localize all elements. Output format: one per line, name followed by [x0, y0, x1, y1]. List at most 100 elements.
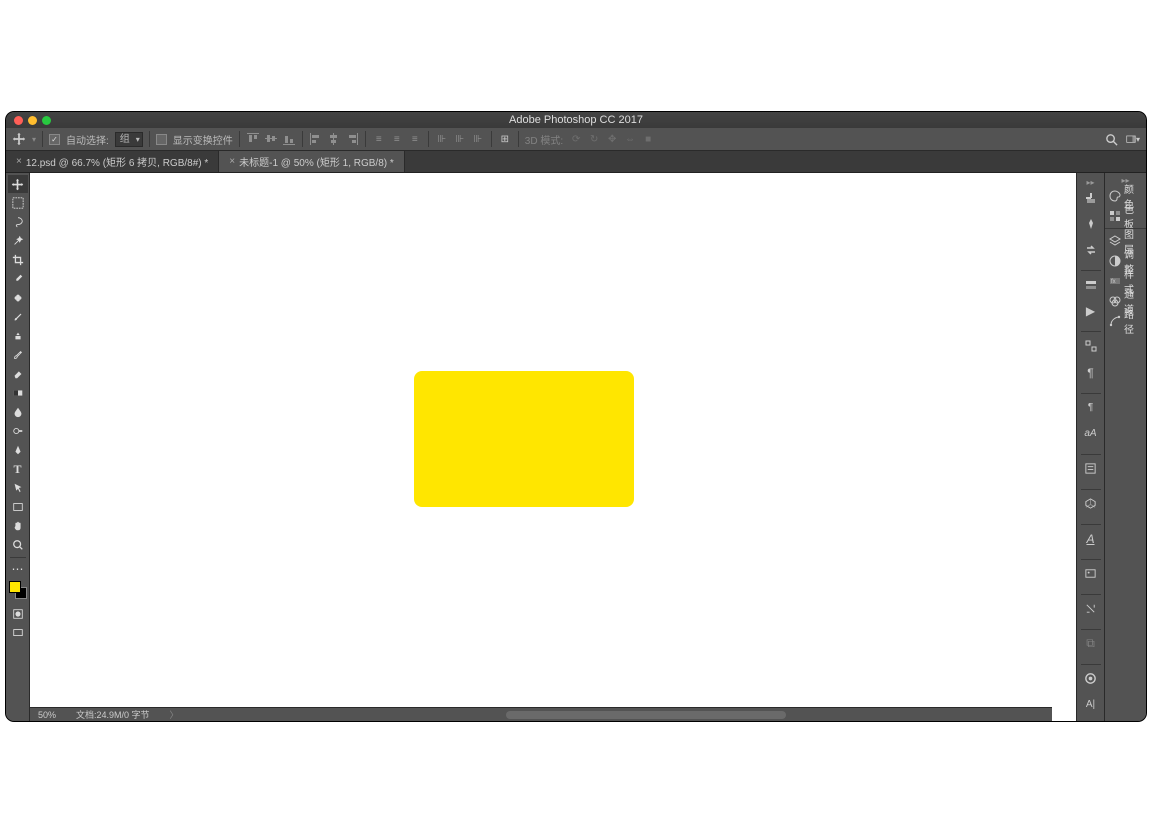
panel-separator — [1081, 594, 1101, 595]
foreground-color[interactable] — [9, 581, 21, 593]
document-tab-1[interactable]: × 12.psd @ 66.7% (矩形 6 拷贝, RGB/8#) * — [6, 151, 219, 172]
close-tab-icon[interactable]: × — [16, 156, 22, 167]
character-panel-icon[interactable]: A — [1080, 529, 1102, 549]
scrollbar-thumb[interactable] — [506, 711, 786, 719]
layer-comp-panel-icon[interactable] — [1080, 564, 1102, 584]
brackets-panel-icon[interactable] — [1080, 336, 1102, 356]
3d-orbit-icon[interactable]: ⟳ — [569, 132, 583, 146]
align-bottom-icon[interactable] — [282, 132, 296, 146]
distribute-2-icon[interactable]: ≡ — [390, 132, 404, 146]
window-controls — [14, 116, 51, 125]
panel-separator — [1081, 664, 1101, 665]
swatches-panel[interactable]: 色板 — [1105, 206, 1146, 226]
distribute-buttons: ≡ ≡ ≡ — [372, 132, 422, 146]
blur-tool[interactable] — [8, 403, 28, 421]
align-vcenter-icon[interactable] — [264, 132, 278, 146]
panel-separator — [1081, 331, 1101, 332]
3d-slide-icon[interactable]: ⇔ — [623, 132, 637, 146]
crop-tool[interactable] — [8, 251, 28, 269]
magic-wand-tool[interactable] — [8, 232, 28, 250]
brush-panel-icon[interactable] — [1080, 214, 1102, 234]
type-tool[interactable]: T — [8, 460, 28, 478]
healing-tool[interactable] — [8, 289, 28, 307]
canvas[interactable] — [30, 173, 1076, 721]
status-chevron-icon[interactable]: 〉 — [170, 708, 179, 721]
3d-roll-icon[interactable]: ↻ — [587, 132, 601, 146]
zoom-tool[interactable] — [8, 536, 28, 554]
options-bar: ▾ 自动选择: 组 显示变换控件 ≡ ≡ ≡ ⊪ ⊪ ⊪ — [6, 128, 1146, 151]
panel-separator — [1081, 489, 1101, 490]
align-top-icon[interactable] — [246, 132, 260, 146]
swap-panel-icon[interactable] — [1080, 240, 1102, 260]
tool-separator — [10, 557, 26, 558]
paragraph2-panel-icon[interactable]: ¶ — [1080, 397, 1102, 417]
libraries-panel-icon[interactable] — [1080, 669, 1102, 689]
separator — [491, 131, 492, 147]
auto-select-checkbox[interactable] — [49, 134, 60, 145]
color-swatches[interactable] — [9, 581, 27, 599]
screen-mode-icon[interactable] — [8, 624, 28, 642]
history-brush-tool[interactable] — [8, 346, 28, 364]
zoom-level[interactable]: 50% — [38, 710, 56, 720]
3d-cam-icon[interactable]: ■ — [641, 132, 655, 146]
dodge-tool[interactable] — [8, 422, 28, 440]
collapsed-panels-column-2: ▸▸ 颜色 色板 图层 调整 fx样式 通道 路径 — [1104, 173, 1146, 721]
horizontal-scrollbar[interactable] — [206, 709, 1052, 721]
edit-toolbar-icon[interactable]: ⋯ — [8, 560, 28, 578]
window-title: Adobe Photoshop CC 2017 — [6, 114, 1146, 126]
expand-panels-icon[interactable]: ▸▸ — [1085, 177, 1095, 188]
show-transform-label: 显示变换控件 — [173, 132, 233, 147]
close-tab-icon[interactable]: × — [229, 156, 235, 167]
align-hcenter-icon[interactable] — [327, 132, 341, 146]
align-right-icon[interactable] — [345, 132, 359, 146]
gradient-tool[interactable] — [8, 384, 28, 402]
link-panel-icon[interactable]: ⧉ — [1080, 634, 1102, 654]
separator — [428, 131, 429, 147]
paths-panel[interactable]: 路径 — [1105, 311, 1146, 331]
quick-mask-icon[interactable] — [8, 605, 28, 623]
distribute-3-icon[interactable]: ≡ — [408, 132, 422, 146]
auto-align-icon[interactable]: ⊞ — [498, 132, 512, 146]
close-window-button[interactable] — [14, 116, 23, 125]
3d-pan-icon[interactable]: ✥ — [605, 132, 619, 146]
paragraph-panel-icon[interactable]: ¶ — [1080, 362, 1102, 382]
auto-select-dropdown[interactable]: 组 — [115, 132, 143, 147]
doc-info[interactable]: 文档:24.9M/0 字节 — [76, 708, 150, 721]
type-vert-panel-icon[interactable]: A| — [1080, 695, 1102, 715]
eyedropper-tool[interactable] — [8, 270, 28, 288]
align-left-icon[interactable] — [309, 132, 323, 146]
rectangle-shape[interactable] — [414, 371, 634, 507]
dist-3-icon[interactable]: ⊪ — [471, 132, 485, 146]
path-select-tool[interactable] — [8, 479, 28, 497]
dist-v-icon[interactable]: ⊪ — [453, 132, 467, 146]
workspace: T ⋯ ▸▸ ▶ ¶ — [6, 173, 1146, 721]
notes-panel-icon[interactable] — [1080, 459, 1102, 479]
distribute-1-icon[interactable]: ≡ — [372, 132, 386, 146]
measure-panel-icon[interactable] — [1080, 599, 1102, 619]
separator — [365, 131, 366, 147]
marquee-tool[interactable] — [8, 194, 28, 212]
document-tab-2[interactable]: × 未标题-1 @ 50% (矩形 1, RGB/8) * — [219, 151, 404, 172]
search-icon[interactable] — [1104, 132, 1118, 146]
svg-text:fx: fx — [1111, 279, 1116, 285]
show-transform-checkbox[interactable] — [156, 134, 167, 145]
move-tool[interactable] — [8, 175, 28, 193]
separator — [149, 131, 150, 147]
info-panel-icon[interactable] — [1080, 275, 1102, 295]
hand-tool[interactable] — [8, 517, 28, 535]
maximize-window-button[interactable] — [42, 116, 51, 125]
lasso-tool[interactable] — [8, 213, 28, 231]
glyphs-panel-icon[interactable]: aA — [1080, 424, 1102, 444]
clone-tool[interactable] — [8, 327, 28, 345]
3d-panel-icon[interactable] — [1080, 494, 1102, 514]
pen-tool[interactable] — [8, 441, 28, 459]
history-panel-icon[interactable] — [1080, 188, 1102, 208]
eraser-tool[interactable] — [8, 365, 28, 383]
rectangle-tool[interactable] — [8, 498, 28, 516]
minimize-window-button[interactable] — [28, 116, 37, 125]
brush-tool[interactable] — [8, 308, 28, 326]
dist-h-icon[interactable]: ⊪ — [435, 132, 449, 146]
separator — [302, 131, 303, 147]
workspace-switcher-icon[interactable]: ▾ — [1126, 132, 1140, 146]
actions-panel-icon[interactable]: ▶ — [1080, 301, 1102, 321]
